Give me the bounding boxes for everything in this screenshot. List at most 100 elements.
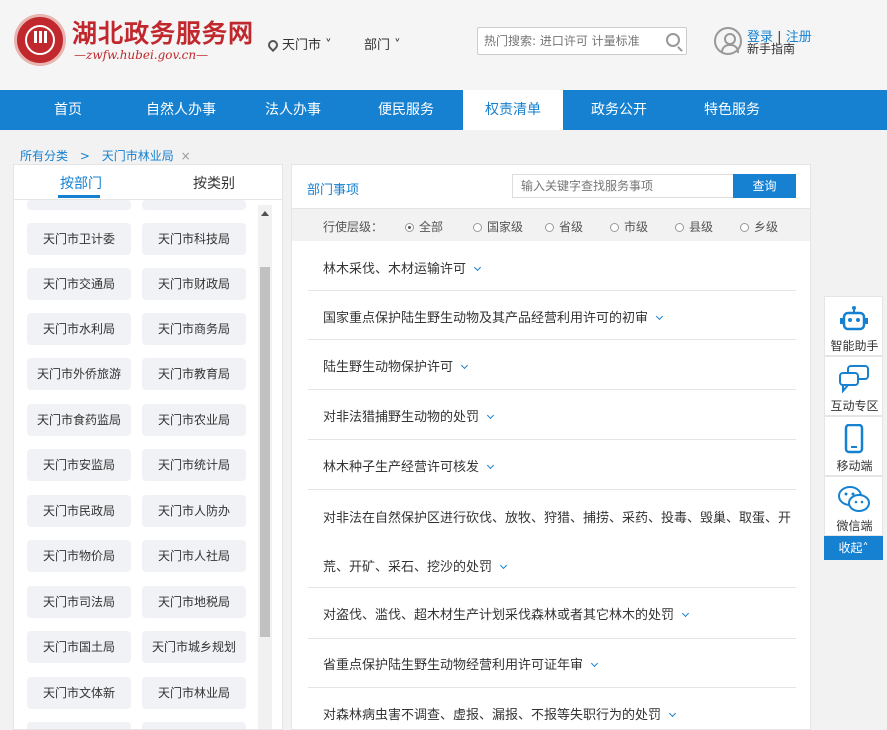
item-title: 林木采伐、木材运输许可	[323, 258, 482, 277]
smart-assistant-button[interactable]: 智能助手	[824, 296, 883, 356]
dept-button[interactable]: 天门市民政局	[27, 495, 131, 527]
list-item[interactable]: 对非法在自然保护区进行砍伐、放牧、狩猎、捕捞、采药、投毒、毁巢、取蛋、开 荒、开…	[308, 490, 796, 588]
dept-button[interactable]: 天门市林业局	[142, 677, 246, 709]
dept-button[interactable]: 天门市商务局	[142, 313, 246, 345]
department-panel: 按部门 按类别 天门市卫计委 天门市科技局 天门市交通局 天门市财政局 天门市水…	[13, 164, 283, 730]
tab-by-category[interactable]: 按类别	[193, 173, 235, 193]
chevron-down-icon[interactable]	[486, 411, 495, 420]
nav-home[interactable]: 首页	[30, 90, 106, 130]
level-radio-township[interactable]: 乡级	[740, 218, 778, 235]
radio-icon	[675, 223, 684, 232]
nav-legal-person[interactable]: 法人办事	[252, 90, 334, 130]
chevron-down-icon[interactable]	[668, 709, 677, 718]
wechat-icon	[838, 486, 870, 512]
dept-button[interactable]: 天门市安监局	[27, 449, 131, 481]
interaction-zone-button[interactable]: 互动专区	[824, 356, 883, 416]
mobile-button[interactable]: 移动端	[824, 416, 883, 476]
level-radio-all[interactable]: 全部	[405, 218, 443, 235]
smart-assistant-label: 智能助手	[830, 339, 879, 353]
dept-button[interactable]: 天门市人社局	[142, 540, 246, 572]
nav-natural-person[interactable]: 自然人办事	[136, 90, 226, 130]
chevron-down-icon[interactable]	[486, 461, 495, 470]
level-radio-county[interactable]: 县级	[675, 218, 713, 235]
level-radio-national[interactable]: 国家级	[473, 218, 523, 235]
dept-button[interactable]: 天门市农业局	[142, 404, 246, 436]
item-title: 省重点保护陆生野生动物经营利用许可证年审	[323, 654, 599, 673]
scrollbar-thumb[interactable]	[260, 267, 270, 637]
global-search-input[interactable]	[478, 28, 658, 54]
wechat-button[interactable]: 微信端	[824, 476, 883, 536]
panel-title: 部门事项	[307, 183, 360, 198]
chevron-down-icon[interactable]	[590, 659, 599, 668]
scroll-up-arrow-icon[interactable]	[261, 211, 269, 216]
user-avatar-icon[interactable]	[714, 27, 742, 55]
nav-public-affairs[interactable]: 政务公开	[578, 90, 660, 130]
list-item[interactable]: 对非法猎捕野生动物的处罚	[308, 390, 796, 440]
dept-button[interactable]: 天门市统计局	[142, 449, 246, 481]
level-radio-province[interactable]: 省级	[545, 218, 583, 235]
site-logo-emblem[interactable]	[14, 14, 66, 66]
dept-button[interactable]: 天门市外侨旅游	[27, 358, 131, 390]
collapse-button[interactable]: 收起˄	[824, 536, 883, 560]
close-icon[interactable]: ×	[181, 149, 191, 163]
dept-button[interactable]: 天门市交通局	[27, 268, 131, 300]
dept-button[interactable]: 天门市卫计委	[27, 223, 131, 255]
dept-button[interactable]	[27, 722, 131, 729]
item-title: 林木种子生产经营许可核发	[323, 456, 495, 475]
item-title: 国家重点保护陆生野生动物及其产品经营利用许可的初审	[323, 307, 664, 326]
dept-button[interactable]: 天门市人防办	[142, 495, 246, 527]
dept-button[interactable]: 天门市文体新	[27, 677, 131, 709]
list-item[interactable]: 陆生野生动物保护许可	[308, 340, 796, 390]
dept-button[interactable]: 天门市财政局	[142, 268, 246, 300]
chevron-down-icon[interactable]	[460, 361, 469, 370]
dept-list-scrollbar[interactable]	[258, 205, 272, 729]
list-item[interactable]: 林木采伐、木材运输许可	[308, 241, 796, 291]
dept-button[interactable]: 天门市食药监局	[27, 404, 131, 436]
mobile-label: 移动端	[836, 459, 873, 473]
dept-button[interactable]: 天门市城乡规划	[142, 631, 246, 663]
dept-button[interactable]: 天门市国土局	[27, 631, 131, 663]
list-item[interactable]: 对盗伐、滥伐、超木材生产计划采伐森林或者其它林木的处罚	[308, 588, 796, 639]
chevron-down-icon[interactable]	[655, 312, 664, 321]
nav-special-services[interactable]: 特色服务	[690, 90, 774, 130]
list-item[interactable]: 林木种子生产经营许可核发	[308, 440, 796, 490]
dept-button[interactable]	[142, 200, 246, 210]
location-selector[interactable]: 天门市 ˅	[265, 34, 332, 53]
chat-bubbles-icon	[839, 365, 869, 393]
dept-button[interactable]: 天门市物价局	[27, 540, 131, 572]
department-selector[interactable]: 部门 ˅	[364, 34, 401, 53]
query-button[interactable]: 查询	[733, 174, 796, 198]
item-title: 对非法猎捕野生动物的处罚	[323, 406, 495, 425]
main-nav: 首页 自然人办事 法人办事 便民服务 权责清单 政务公开 特色服务	[0, 90, 887, 130]
dept-button[interactable]	[142, 722, 246, 729]
chevron-down-icon[interactable]	[499, 561, 508, 570]
radio-checked-icon	[405, 223, 414, 232]
dept-button[interactable]: 天门市水利局	[27, 313, 131, 345]
level-filter: 行使层级： 全部 国家级 省级 市级 县级 乡级	[292, 209, 810, 241]
breadcrumb-root[interactable]: 所有分类	[20, 149, 68, 163]
list-item[interactable]: 省重点保护陆生野生动物经营利用许可证年审	[308, 639, 796, 688]
breadcrumb-current: 天门市林业局	[101, 149, 174, 163]
list-item[interactable]: 国家重点保护陆生野生动物及其产品经营利用许可的初审	[308, 291, 796, 340]
item-title: 陆生野生动物保护许可	[323, 356, 469, 375]
global-search	[477, 27, 687, 55]
nav-convenience[interactable]: 便民服务	[364, 90, 448, 130]
nav-power-list[interactable]: 权责清单	[463, 90, 563, 130]
item-title-line1: 对非法在自然保护区进行砍伐、放牧、狩猎、捕捞、采药、投毒、毁巢、取蛋、开	[323, 511, 792, 526]
dept-button[interactable]: 天门市地税局	[142, 586, 246, 618]
item-search	[512, 174, 734, 198]
item-search-input[interactable]	[513, 175, 723, 197]
dept-button[interactable]: 天门市教育局	[142, 358, 246, 390]
dept-button[interactable]: 天门市司法局	[27, 586, 131, 618]
tab-by-department[interactable]: 按部门	[60, 173, 102, 193]
search-icon[interactable]	[666, 33, 680, 47]
site-url: —zwfw.hubei.gov.cn—	[74, 48, 209, 62]
new-user-guide-link[interactable]: 新手指南	[747, 40, 795, 57]
site-title[interactable]: 湖北政务服务网	[72, 14, 254, 50]
dept-button[interactable]	[27, 200, 131, 210]
level-radio-city[interactable]: 市级	[610, 218, 648, 235]
chevron-down-icon[interactable]	[681, 609, 690, 618]
dept-button[interactable]: 天门市科技局	[142, 223, 246, 255]
chevron-down-icon[interactable]	[473, 263, 482, 272]
list-item[interactable]: 对森林病虫害不调查、虚报、漏报、不报等失职行为的处罚	[308, 688, 796, 729]
